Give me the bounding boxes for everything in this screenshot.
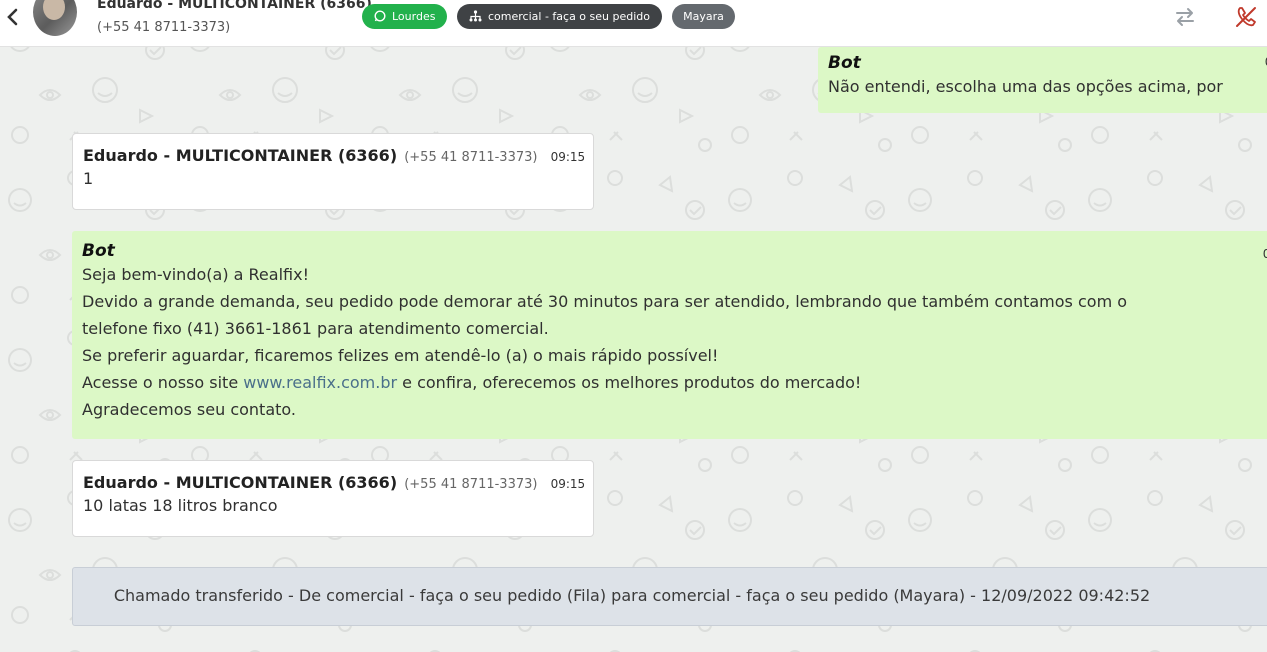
realfix-website-link[interactable]: www.realfix.com.br <box>243 373 397 392</box>
avatar[interactable] <box>33 0 77 36</box>
message-text: Se preferir aguardar, ficaremos felizes … <box>82 346 719 365</box>
message-sender: Bot <box>828 53 861 73</box>
transfer-icon[interactable] <box>1172 4 1198 30</box>
message-text: Não entendi, escolha uma das opções acim… <box>828 77 1223 96</box>
message-time: 09 <box>1262 247 1267 261</box>
whatsapp-icon <box>374 10 386 22</box>
tag-agent-lourdes[interactable]: Lourdes <box>362 4 447 29</box>
system-message-text: Chamado transferido - De comercial - faç… <box>113 586 1151 605</box>
customer-message: Eduardo - MULTICONTAINER (6366) (+55 41 … <box>72 460 594 537</box>
bot-message: Bot 08 Não entendi, escolha uma das opçõ… <box>818 47 1267 113</box>
message-text: 1 <box>83 169 94 188</box>
contact-phone: (+55 41 8711-3373) <box>97 20 231 35</box>
message-text: 10 latas 18 litros branco <box>83 496 278 515</box>
message-text: e confira, oferecemos os melhores produt… <box>397 373 862 392</box>
tag-label: comercial - faça o seu pedido <box>488 10 650 23</box>
customer-message: Eduardo - MULTICONTAINER (6366) (+55 41 … <box>72 133 594 210</box>
message-sender: Bot <box>82 241 115 261</box>
message-time: 09:15 <box>550 477 586 491</box>
message-text: Acesse o nosso site <box>82 373 244 392</box>
tag-queue[interactable]: comercial - faça o seu pedido <box>457 4 662 29</box>
tag-label: Mayara <box>683 10 724 23</box>
contact-name: Eduardo - MULTICONTAINER (6366) <box>97 0 372 12</box>
message-time: 09:15 <box>550 150 586 164</box>
tag-agent-mayara[interactable]: Mayara <box>672 4 735 29</box>
message-text: Seja bem-vindo(a) a Realfix! <box>82 265 309 284</box>
message-text-site: Acesse o nosso site www.realfix.com.br e… <box>82 369 1267 396</box>
bot-message: Bot 09 Seja bem-vindo(a) a Realfix! Devi… <box>72 231 1267 439</box>
chat-header: Eduardo - MULTICONTAINER (6366) (+55 41 … <box>0 0 1267 47</box>
end-call-icon[interactable] <box>1233 4 1259 30</box>
message-sender: Eduardo - MULTICONTAINER (6366) <box>83 473 398 492</box>
sitemap-icon <box>469 10 482 22</box>
message-sender-phone: (+55 41 8711-3373) <box>404 477 538 492</box>
system-transfer-message: Chamado transferido - De comercial - faç… <box>72 567 1267 626</box>
message-text: Agradecemos seu contato. <box>82 400 296 419</box>
message-sender: Eduardo - MULTICONTAINER (6366) <box>83 146 398 165</box>
back-arrow-icon[interactable] <box>4 6 22 28</box>
message-text: telefone fixo (41) 3661-1861 para atendi… <box>82 319 549 338</box>
message-sender-phone: (+55 41 8711-3373) <box>404 150 538 165</box>
tag-label: Lourdes <box>392 10 436 23</box>
message-text: Devido a grande demanda, seu pedido pode… <box>82 292 1128 311</box>
